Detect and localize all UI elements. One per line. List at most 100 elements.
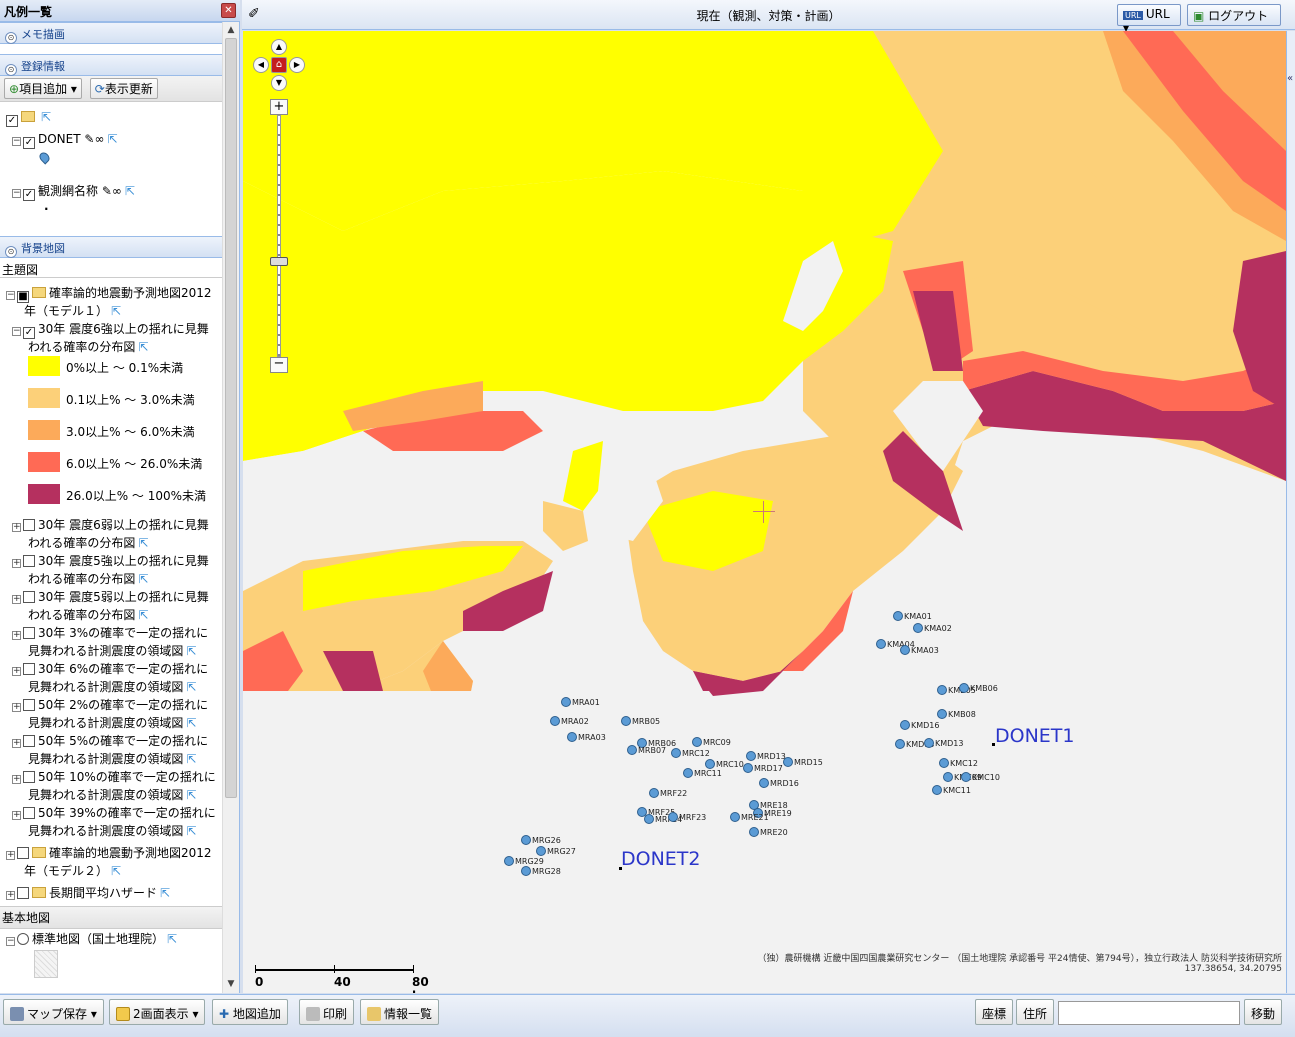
scroll-up-icon[interactable]: ▲ — [226, 25, 236, 35]
collapse-icon[interactable]: ⊙ — [5, 64, 17, 76]
expand-toggle[interactable]: + — [12, 631, 21, 640]
link-arrow-icon[interactable]: ⇱ — [138, 608, 148, 622]
station-marker[interactable]: MRB05 — [621, 716, 660, 726]
station-marker[interactable]: MRG26 — [521, 835, 561, 845]
right-collapse-bar[interactable]: « — [1286, 31, 1295, 993]
edit-icon[interactable]: ✎ — [102, 184, 112, 198]
station-marker[interactable]: MRA01 — [561, 697, 600, 707]
background-section-header[interactable]: ⊙ 背景地図 — [0, 236, 222, 258]
pan-up-button[interactable]: ▲ — [271, 39, 287, 55]
station-marker[interactable]: MRC09 — [692, 737, 731, 747]
expand-toggle[interactable]: + — [12, 775, 21, 784]
station-marker[interactable]: MRA02 — [550, 716, 589, 726]
edit-icon[interactable]: ✎ — [84, 132, 94, 146]
move-button[interactable]: 移動 — [1244, 999, 1283, 1025]
expand-toggle[interactable]: + — [12, 739, 21, 748]
chain-icon[interactable]: ∞ — [112, 184, 122, 198]
link-arrow-icon[interactable]: ⇱ — [107, 132, 117, 146]
station-marker[interactable]: KMC12 — [939, 758, 978, 768]
station-marker[interactable]: MRF23 — [668, 812, 706, 822]
collapse-toggle[interactable]: − — [6, 937, 15, 946]
station-marker[interactable]: KMA02 — [913, 623, 952, 633]
logout-button[interactable]: ▣ ログアウト — [1187, 4, 1281, 26]
dual-view-button[interactable]: 2画面表示 ▾ — [109, 999, 206, 1025]
link-arrow-icon[interactable]: ⇱ — [138, 572, 148, 586]
link-arrow-icon[interactable]: ⇱ — [125, 184, 135, 198]
station-marker[interactable]: MRE20 — [749, 827, 788, 837]
zoom-slider[interactable]: + − — [270, 99, 288, 379]
expand-toggle[interactable]: + — [12, 811, 21, 820]
station-marker[interactable]: MRG27 — [536, 846, 576, 856]
collapse-icon[interactable]: ⊙ — [5, 246, 17, 258]
root-checkbox[interactable]: ✓ — [6, 115, 18, 127]
zoom-out-button[interactable]: − — [270, 357, 288, 373]
refresh-button[interactable]: ⟳表示更新 — [89, 78, 158, 99]
layer-checkbox[interactable] — [23, 699, 35, 711]
link-arrow-icon[interactable]: ⇱ — [186, 752, 196, 766]
coord-button[interactable]: 座標 — [975, 999, 1014, 1025]
link-arrow-icon[interactable]: ⇱ — [186, 788, 196, 802]
scrollbar-thumb[interactable] — [225, 38, 237, 798]
map-canvas[interactable]: KMA01KMA02KMA04KMA03KMB05KMB06KMB08KMD16… — [243, 31, 1286, 993]
station-marker[interactable]: MRA03 — [567, 732, 606, 742]
station-marker[interactable]: KMC10 — [961, 772, 1000, 782]
station-marker[interactable]: MRD15 — [783, 757, 823, 767]
base-map-radio[interactable] — [17, 933, 29, 945]
station-marker[interactable]: KMA01 — [893, 611, 932, 621]
chain-icon[interactable]: ∞ — [94, 132, 104, 146]
add-map-button[interactable]: ✚ 地図追加 — [212, 999, 288, 1025]
pan-left-button[interactable]: ◀ — [253, 57, 269, 73]
memo-section-header[interactable]: ⊙ メモ描画 — [0, 22, 222, 44]
expand-toggle[interactable]: + — [12, 595, 21, 604]
station-marker[interactable]: MRE21 — [730, 812, 769, 822]
station-marker[interactable]: MRG29 — [504, 856, 544, 866]
link-arrow-icon[interactable]: ⇱ — [186, 716, 196, 730]
long-term-checkbox[interactable] — [17, 887, 29, 899]
link-arrow-icon[interactable]: ⇱ — [138, 340, 148, 354]
collapse-toggle[interactable]: − — [6, 291, 15, 300]
expand-toggle[interactable]: + — [6, 851, 15, 860]
legend-scrollbar[interactable]: ▲ ▼ — [222, 22, 239, 993]
station-marker[interactable]: MRC12 — [671, 748, 710, 758]
layer-checkbox[interactable] — [23, 591, 35, 603]
expand-toggle[interactable]: + — [12, 667, 21, 676]
link-arrow-icon[interactable]: ⇱ — [186, 824, 196, 838]
collapse-toggle[interactable]: − — [12, 137, 21, 146]
station-marker[interactable]: MRG28 — [521, 866, 561, 876]
layer-checkbox[interactable] — [23, 627, 35, 639]
layer-checkbox[interactable] — [23, 735, 35, 747]
layer-checkbox[interactable] — [23, 807, 35, 819]
expand-toggle[interactable]: + — [6, 891, 15, 900]
print-button[interactable]: 印刷 — [299, 999, 355, 1025]
search-input[interactable] — [1058, 1001, 1240, 1025]
zoom-track[interactable] — [277, 115, 281, 357]
station-marker[interactable]: MRB07 — [627, 745, 666, 755]
station-marker[interactable]: MRD17 — [743, 763, 783, 773]
registered-section-header[interactable]: ⊙ 登録情報 — [0, 54, 222, 76]
expand-toggle[interactable]: + — [12, 703, 21, 712]
collapse-toggle[interactable]: − — [12, 327, 21, 336]
link-arrow-icon[interactable]: ⇱ — [186, 680, 196, 694]
expand-right-icon[interactable]: « — [1287, 73, 1293, 84]
link-arrow-icon[interactable]: ⇱ — [41, 110, 51, 124]
station-marker[interactable]: KMC11 — [932, 785, 971, 795]
link-arrow-icon[interactable]: ⇱ — [186, 644, 196, 658]
donet-checkbox[interactable]: ✓ — [23, 137, 35, 149]
address-button[interactable]: 住所 — [1016, 999, 1055, 1025]
network-checkbox[interactable]: ✓ — [23, 189, 35, 201]
expand-icon[interactable]: ⊙ — [5, 32, 17, 44]
station-marker[interactable]: KMB08 — [937, 709, 976, 719]
link-arrow-icon[interactable]: ⇱ — [160, 886, 170, 900]
layer-checkbox[interactable] — [23, 555, 35, 567]
model2-checkbox[interactable] — [17, 847, 29, 859]
home-icon[interactable]: ⌂ — [271, 57, 287, 73]
link-arrow-icon[interactable]: ⇱ — [111, 864, 121, 878]
station-marker[interactable]: KMA03 — [900, 645, 939, 655]
legend-scroll-area[interactable]: ⊙ メモ描画 ⊙ 登録情報 ⊕項目追加 ▾ ⟳表示更新 ✓ ⇱ − ✓ DONET ✎∞ ⇱… — [0, 22, 222, 993]
scroll-down-icon[interactable]: ▼ — [226, 979, 236, 989]
station-marker[interactable]: MRF22 — [649, 788, 687, 798]
link-arrow-icon[interactable]: ⇱ — [138, 536, 148, 550]
station-marker[interactable]: KMB06 — [959, 683, 998, 693]
expand-toggle[interactable]: + — [12, 559, 21, 568]
layer-checkbox[interactable] — [23, 519, 35, 531]
